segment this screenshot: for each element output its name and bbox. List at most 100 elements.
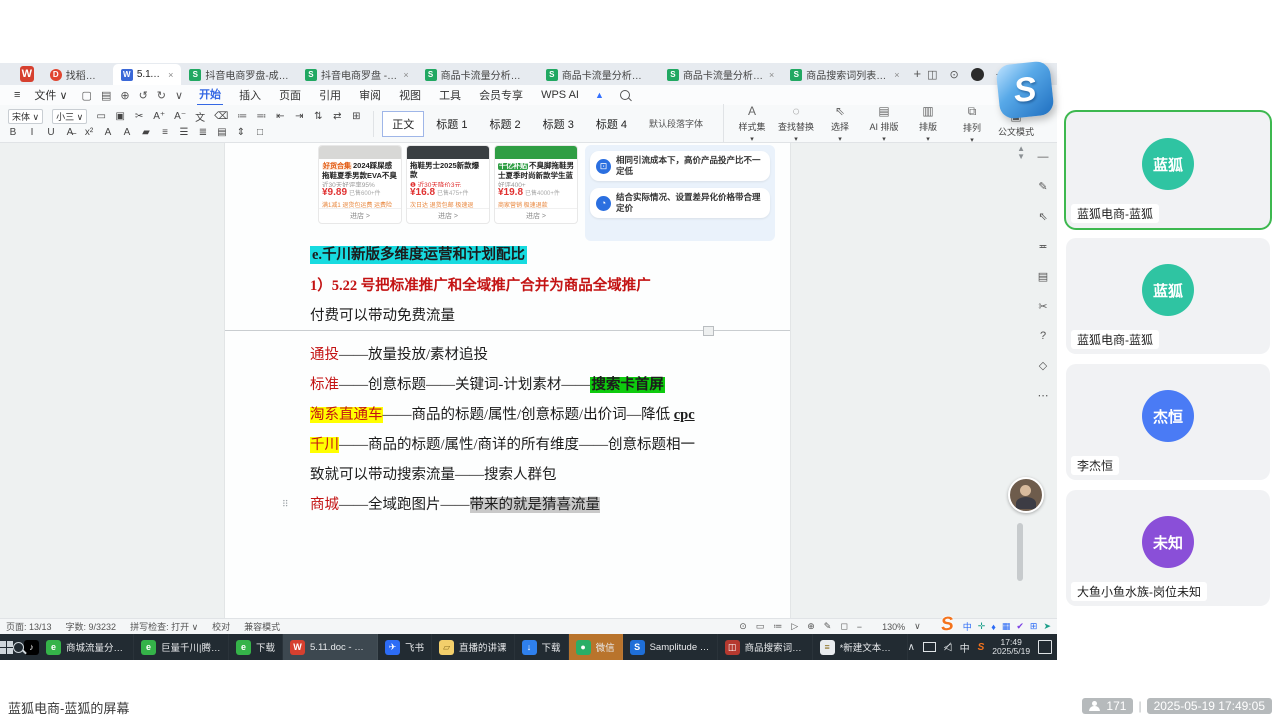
direction-icon[interactable]: ⇄ bbox=[332, 111, 342, 122]
taskbar-app-wechat[interactable]: ● 微信 bbox=[569, 634, 623, 660]
taskbar-app-browser[interactable]: e 下载 bbox=[229, 634, 283, 660]
tray-clock[interactable]: 17:492025/5/19 bbox=[992, 638, 1030, 656]
spellcheck-status[interactable]: 拼写检查: 打开 ∨ bbox=[130, 620, 198, 633]
format-painter-icon[interactable]: ▭ bbox=[96, 111, 106, 122]
tab-close-icon[interactable]: × bbox=[769, 70, 774, 80]
new-doc-icon[interactable]: ▢ bbox=[82, 89, 92, 102]
hamburger-icon[interactable]: ≡ bbox=[14, 89, 20, 101]
zoom-caret-icon[interactable]: ∨ bbox=[914, 621, 921, 632]
increase-font-icon[interactable]: A⁺ bbox=[153, 111, 165, 122]
help-icon[interactable]: ? bbox=[1040, 330, 1046, 342]
ribbon-button[interactable]: ▤ AI 排版 ▾ bbox=[864, 104, 904, 143]
document-page[interactable]: 好货合集2024踩屎感拖鞋夏季男款EVA不臭脚 近30天好评率95% ¥9.89… bbox=[225, 143, 790, 618]
window-tab[interactable]: S 商品卡流量分析流量来源 × bbox=[417, 64, 538, 85]
decrease-font-icon[interactable]: A⁻ bbox=[174, 111, 186, 122]
adjust-icon[interactable]: ≖ bbox=[1038, 240, 1047, 253]
ribbon-button[interactable]: ◌ 查找替换 ▾ bbox=[776, 104, 816, 143]
action-center-icon[interactable] bbox=[1038, 640, 1052, 654]
new-tab-button[interactable]: + bbox=[914, 66, 922, 81]
taskbar-app-browser[interactable]: e 商城流量分析 - … bbox=[39, 634, 134, 660]
search-icon[interactable] bbox=[620, 90, 630, 100]
style-chip[interactable]: 正文 bbox=[382, 111, 424, 137]
ime-icon[interactable]: 中 bbox=[963, 620, 972, 633]
zoom-level[interactable]: 130% bbox=[882, 622, 905, 632]
participant-tile[interactable]: 杰恒 李杰恒 bbox=[1066, 364, 1270, 480]
outdent-icon[interactable]: ⇤ bbox=[275, 111, 285, 122]
underline-icon[interactable]: U bbox=[46, 127, 56, 138]
word-count[interactable]: 字数: 9/3232 bbox=[66, 620, 117, 633]
menu-9[interactable]: WPS AI bbox=[539, 88, 581, 102]
tab-close-icon[interactable]: × bbox=[168, 70, 173, 80]
paragraph-drag-handle[interactable]: ⠿ bbox=[282, 499, 290, 510]
collapse-icon[interactable]: — bbox=[1038, 151, 1049, 163]
vertical-scrollbar[interactable] bbox=[1017, 523, 1023, 581]
style-chip[interactable]: 默认段落字体 bbox=[639, 112, 713, 135]
border-icon[interactable]: □ bbox=[255, 127, 265, 138]
keyboard-icon[interactable]: ▦ bbox=[1002, 621, 1011, 632]
hand-icon[interactable]: ➤ bbox=[1043, 621, 1051, 632]
bullet-list-icon[interactable]: ≔ bbox=[237, 111, 247, 122]
window-tab[interactable]: S 商品卡流量分析流量来源 × bbox=[538, 64, 659, 85]
document-canvas[interactable]: 好货合集2024踩屎感拖鞋夏季男款EVA不臭脚 近30天好评率95% ¥9.89… bbox=[0, 143, 1057, 618]
tray-s-logo[interactable]: S bbox=[978, 642, 985, 653]
window-tab[interactable]: S 商品搜索词列表_统计… × bbox=[782, 64, 907, 85]
menu-5[interactable]: 审阅 bbox=[357, 86, 383, 104]
participant-tile[interactable]: 未知 大鱼小鱼水族-岗位未知 bbox=[1066, 490, 1270, 606]
check-icon[interactable]: ✔ bbox=[1016, 621, 1024, 632]
cut-icon[interactable]: ✂ bbox=[134, 111, 144, 122]
shading-icon[interactable]: ▰ bbox=[141, 127, 151, 138]
douyin-app-icon[interactable]: ♪ bbox=[24, 634, 39, 660]
ribbon-button[interactable]: ⇖ 选择 ▾ bbox=[820, 104, 860, 143]
undo-icon[interactable]: ↺ bbox=[139, 89, 148, 102]
align-left-icon[interactable]: ≡ bbox=[160, 127, 170, 138]
menu-4[interactable]: 引用 bbox=[317, 86, 343, 104]
bold-icon[interactable]: B bbox=[8, 127, 18, 138]
taskbar-app-wps[interactable]: W 5.11.doc - W… bbox=[283, 634, 378, 660]
hidden-icons-chevron[interactable]: ∧ bbox=[908, 642, 915, 653]
page-mode-icon[interactable]: ▭ bbox=[756, 621, 765, 632]
italic-icon[interactable]: I bbox=[27, 127, 37, 138]
menu-2[interactable]: 插入 bbox=[237, 86, 263, 104]
settings-icon[interactable]: ⊙ bbox=[950, 68, 959, 81]
style-chip[interactable]: 标题 1 bbox=[426, 111, 477, 137]
edit-icon[interactable]: ✎ bbox=[824, 621, 832, 632]
window-tab[interactable]: W 5.11.doc × bbox=[113, 64, 182, 85]
font-family-select[interactable]: 宋体 ∨ bbox=[8, 109, 43, 124]
taskbar-search-icon[interactable] bbox=[13, 634, 24, 660]
sort-icon[interactable]: ⇅ bbox=[313, 111, 323, 122]
paste-icon[interactable]: ▣ bbox=[115, 111, 125, 122]
outline-icon[interactable]: ≔ bbox=[773, 621, 782, 632]
taskbar-app-samplitude[interactable]: S Samplitude P… bbox=[623, 634, 718, 660]
line-spacing-icon[interactable]: ⇕ bbox=[236, 127, 246, 138]
proofread[interactable]: 校对 bbox=[212, 620, 230, 633]
scroll-up-arrow[interactable]: ▲▼ bbox=[1017, 145, 1025, 161]
windows-grid-icon[interactable]: ◫ bbox=[927, 68, 937, 81]
strikethrough-icon[interactable]: A̶ bbox=[65, 127, 75, 138]
taskbar-app-download[interactable]: ↓ 下载 bbox=[515, 634, 569, 660]
snip-icon[interactable]: ✂ bbox=[1038, 300, 1047, 313]
select-tool-icon[interactable]: ⇖ bbox=[1038, 210, 1047, 223]
menu-7[interactable]: 工具 bbox=[437, 86, 463, 104]
play-icon[interactable]: ▷ bbox=[791, 621, 798, 632]
style-chip[interactable]: 标题 4 bbox=[586, 111, 637, 137]
ribbon-button[interactable]: ⧉ 排列 ▾ bbox=[952, 104, 992, 144]
justify-icon[interactable]: ▤ bbox=[217, 127, 227, 138]
participant-tile[interactable]: 蓝狐 蓝狐电商-蓝狐 bbox=[1066, 238, 1270, 354]
save-icon[interactable]: ▤ bbox=[101, 89, 111, 102]
more-icon[interactable]: ∨ bbox=[175, 89, 183, 102]
taskbar-app-browser[interactable]: e 巨量千川|腾商… bbox=[134, 634, 229, 660]
print-icon[interactable]: ⊕ bbox=[120, 89, 129, 102]
mic-icon[interactable]: ♦ bbox=[991, 622, 996, 632]
numbered-list-icon[interactable]: ≕ bbox=[256, 111, 266, 122]
redo-icon[interactable]: ↻ bbox=[157, 89, 166, 102]
volume-muted-icon[interactable]: ◁̸ bbox=[944, 642, 952, 653]
style-chip[interactable]: 标题 2 bbox=[479, 111, 530, 137]
window-tab[interactable]: S 抖音电商罗盘 - 成交… × bbox=[297, 64, 417, 85]
apps-icon[interactable]: ⊞ bbox=[1030, 621, 1038, 632]
font-color-icon[interactable]: A bbox=[122, 127, 132, 138]
taskbar-app-feishu[interactable]: ✈ 飞书 bbox=[378, 634, 432, 660]
window-tab[interactable]: S 抖音电商罗盘-成交分析 × bbox=[181, 64, 297, 85]
menu-3[interactable]: 页面 bbox=[277, 86, 303, 104]
taskbar-app-folder[interactable]: ▱ 直播的讲课 bbox=[432, 634, 515, 660]
phonetic-icon[interactable]: 文 bbox=[195, 109, 205, 124]
